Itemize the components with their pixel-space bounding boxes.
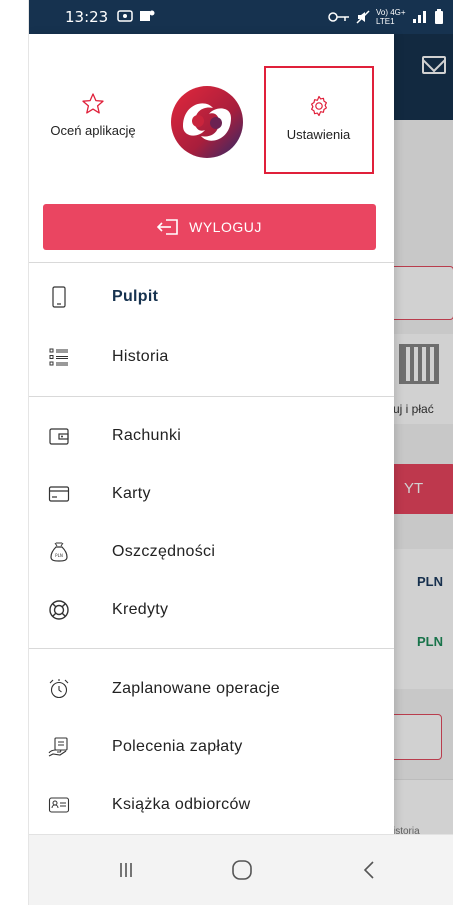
menu-item-pulpit[interactable]: Pulpit — [29, 272, 394, 322]
system-navigation-bar — [29, 834, 453, 905]
phone-icon — [52, 286, 66, 308]
status-notification-icons — [117, 9, 155, 23]
menu-label-kredyty: Kredyty — [112, 601, 169, 618]
status-time: 13:23 — [65, 8, 109, 26]
menu-item-rachunki[interactable]: Rachunki — [29, 411, 394, 461]
logout-icon — [157, 219, 178, 235]
notification-icon — [117, 10, 133, 22]
key-icon — [328, 12, 349, 22]
back-icon[interactable] — [355, 857, 385, 883]
menu-item-historia[interactable]: Historia — [29, 332, 394, 382]
divider — [29, 648, 394, 649]
navigation-drawer: Oceń aplikację Ustawienia WYLOGUJ Pulpit… — [29, 34, 394, 834]
menu-label-polecenia-zaplaty: Polecenia zapłaty — [112, 738, 243, 755]
network-label: Vo) 4G+ LTE1 — [376, 8, 406, 26]
alarm-clock-icon — [49, 679, 69, 699]
divider — [29, 262, 394, 263]
status-system-icons: Vo) 4G+ LTE1 — [328, 8, 444, 26]
teams-icon — [140, 10, 155, 21]
address-book-icon — [48, 797, 70, 813]
menu-label-pulpit: Pulpit — [112, 288, 159, 305]
status-bar: 13:23 Vo) 4G+ LTE1 — [29, 0, 453, 34]
menu-label-ksiazka-odbiorcow: Książka odbiorców — [112, 796, 251, 813]
savings-bag-icon: PLN — [50, 542, 68, 562]
rate-app-label: Oceń aplikację — [50, 123, 136, 138]
settings-highlight: Ustawienia — [264, 66, 374, 174]
device-screen: uj i płać YT PLN PLN istoria 13:23 Vo) 4… — [28, 0, 453, 905]
recent-apps-icon[interactable] — [111, 857, 141, 883]
credit-card-icon — [48, 486, 70, 502]
menu-label-rachunki: Rachunki — [112, 427, 182, 444]
mute-icon — [356, 10, 370, 24]
menu-item-karty[interactable]: Karty — [29, 469, 394, 519]
home-icon[interactable] — [227, 857, 257, 883]
wallet-icon — [49, 428, 69, 445]
gear-icon — [310, 95, 327, 117]
logout-button[interactable]: WYLOGUJ — [43, 204, 376, 250]
menu-label-karty: Karty — [112, 485, 151, 502]
payment-order-icon — [48, 737, 68, 757]
menu-item-oszczednosci[interactable]: PLN Oszczędności — [29, 527, 394, 577]
menu-label-oszczednosci: Oszczędności — [112, 543, 216, 560]
menu-item-kredyty[interactable]: Kredyty — [29, 585, 394, 635]
menu-label-historia: Historia — [112, 348, 169, 365]
rate-app-button[interactable]: Oceń aplikację — [43, 92, 143, 140]
svg-text:PLN: PLN — [55, 553, 63, 558]
settings-label: Ustawienia — [286, 127, 351, 142]
lifebuoy-icon — [49, 600, 69, 620]
battery-icon — [435, 9, 443, 24]
star-icon — [82, 93, 104, 114]
logout-label: WYLOGUJ — [189, 219, 262, 235]
divider — [29, 396, 394, 397]
menu-item-polecenia-zaplaty[interactable]: Polecenia zapłaty — [29, 722, 394, 772]
bank-logo — [171, 86, 243, 158]
signal-icon — [413, 11, 426, 23]
menu-item-ksiazka-odbiorcow[interactable]: Książka odbiorców — [29, 780, 394, 830]
history-list-icon — [49, 348, 68, 366]
menu-item-zaplanowane-operacje[interactable]: Zaplanowane operacje — [29, 664, 394, 714]
drawer-header: Oceń aplikację Ustawienia — [29, 34, 394, 194]
menu-label-zaplanowane-operacje: Zaplanowane operacje — [112, 680, 280, 697]
settings-button[interactable]: Ustawienia — [266, 94, 371, 144]
